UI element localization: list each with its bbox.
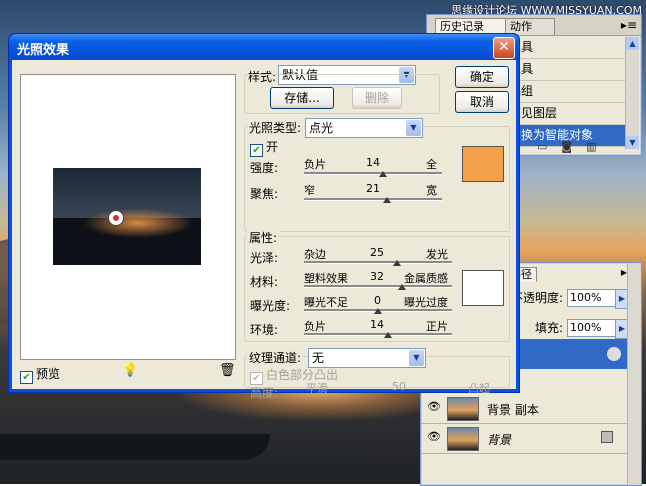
intensity-max-label: 全: [426, 158, 437, 171]
boat-silhouette: [0, 434, 270, 460]
layer-name: 背景: [487, 433, 512, 447]
ambience-min-label: 负片: [304, 320, 326, 333]
ambience-slider-track[interactable]: [304, 333, 452, 336]
material-slider-track[interactable]: [304, 285, 452, 288]
scroll-up-icon[interactable]: ▲: [626, 37, 639, 50]
properties-label: 属性:: [247, 229, 280, 246]
history-scrollbar[interactable]: ▲ ▼: [625, 37, 639, 149]
close-button[interactable]: ✕: [493, 37, 515, 59]
save-button[interactable]: 存储...: [270, 87, 334, 109]
ambience-value: 14: [370, 318, 384, 331]
light-type-label: 光照类型:: [247, 119, 304, 136]
gloss-label: 光泽:: [250, 251, 279, 265]
layers-scrollbar[interactable]: [627, 263, 641, 485]
texture-value: 无: [312, 351, 325, 365]
ambience-label: 环境:: [250, 323, 279, 337]
focus-max-label: 宽: [426, 184, 437, 197]
light-color-swatch[interactable]: [462, 146, 504, 182]
exposure-slider-thumb[interactable]: [374, 308, 382, 314]
gloss-slider-track[interactable]: [304, 261, 452, 264]
ok-button[interactable]: 确定: [455, 66, 509, 88]
material-label: 材料:: [250, 275, 279, 289]
preview-area[interactable]: [20, 74, 236, 360]
height-max-label: 凸起: [468, 382, 490, 395]
material-min-label: 塑料效果: [304, 272, 348, 285]
intensity-min-label: 负片: [304, 158, 326, 171]
material-value: 32: [370, 270, 384, 283]
preview-label: 预览: [36, 367, 61, 381]
height-min-label: 平滑: [306, 382, 328, 395]
property-color-swatch[interactable]: [462, 270, 504, 306]
dialog-titlebar[interactable]: 光照效果 ✕: [9, 34, 519, 60]
layer-thumbnail: [447, 427, 479, 451]
layer-row[interactable]: 👁 背景 副本: [421, 393, 631, 424]
light-type-value: 点光: [309, 121, 334, 135]
light-bulb-icon[interactable]: 💡: [122, 363, 138, 378]
panel-menu-icon[interactable]: ▸≡: [621, 18, 637, 32]
exposure-label: 曝光度:: [250, 299, 291, 313]
dialog-body: ✔ 预览 💡 🗑 样式: 默认值 ▼ 存储... 删除 确定 取消 光照类型: 点…: [12, 60, 516, 400]
dialog-title: 光照效果: [17, 43, 70, 58]
ambience-slider-thumb[interactable]: [384, 332, 393, 338]
material-slider-thumb[interactable]: [397, 284, 406, 290]
chevron-down-icon[interactable]: ▼: [406, 120, 421, 136]
gloss-max-label: 发光: [426, 248, 448, 261]
history-item[interactable]: 工具: [507, 59, 625, 81]
light-source-handle[interactable]: [108, 210, 124, 226]
on-checkbox[interactable]: ✔ 开: [250, 138, 278, 157]
material-max-label: 金属质感: [404, 272, 448, 285]
eye-icon[interactable]: 👁: [427, 431, 441, 443]
eye-icon[interactable]: 👁: [427, 401, 441, 413]
intensity-slider-track[interactable]: [304, 172, 442, 175]
intensity-value: 14: [366, 156, 380, 169]
checkbox-checked-icon[interactable]: ✔: [20, 371, 33, 384]
focus-slider-thumb[interactable]: [383, 197, 392, 203]
exposure-min-label: 曝光不足: [304, 296, 348, 309]
height-value: 50: [392, 380, 406, 393]
lighting-effects-dialog: 光照效果 ✕ ✔预览 💡 🗑 样式: 默认值 ▼ 存储... 删除 确定 取消: [8, 33, 520, 400]
fill-field[interactable]: 100%: [567, 319, 617, 337]
smart-object-icon: [607, 347, 621, 361]
opacity-field[interactable]: 100%: [567, 289, 617, 307]
layer-name: 背景 副本: [487, 403, 539, 417]
layer-row[interactable]: 👁 背景: [421, 423, 631, 454]
light-type-select[interactable]: 点光 ▼: [305, 118, 423, 138]
history-bottom-icons[interactable]: ▭◙▥: [537, 140, 610, 153]
preview-glow: [83, 208, 193, 238]
texture-label: 纹理通道:: [247, 349, 304, 366]
ambience-max-label: 正片: [426, 320, 448, 333]
chevron-down-icon[interactable]: ▼: [409, 350, 424, 366]
history-item[interactable]: 可见图层: [507, 103, 625, 125]
gloss-value: 25: [370, 246, 384, 259]
delete-button[interactable]: 删除: [352, 87, 402, 109]
history-item[interactable]: 工具: [507, 37, 625, 59]
texture-select[interactable]: 无 ▼: [308, 348, 426, 368]
checkbox-checked-icon[interactable]: ✔: [250, 144, 263, 157]
focus-min-label: 窄: [304, 184, 315, 197]
lock-icon: [601, 431, 613, 443]
history-list: 工具 工具 编组 可见图层 转换为智能对象: [507, 37, 625, 147]
history-item[interactable]: 编组: [507, 81, 625, 103]
preview-checkbox[interactable]: ✔ 预览: [20, 365, 60, 384]
exposure-value: 0: [374, 294, 381, 307]
trash-icon[interactable]: 🗑: [219, 363, 236, 378]
intensity-slider-thumb[interactable]: [378, 171, 387, 177]
focus-value: 21: [366, 182, 380, 195]
intensity-label: 强度:: [250, 161, 279, 175]
gloss-min-label: 杂边: [304, 248, 326, 261]
gloss-slider-thumb[interactable]: [392, 260, 401, 266]
fill-label: 填充:: [535, 321, 564, 335]
preview-image: [53, 168, 201, 265]
height-label: 高度:: [250, 386, 279, 400]
focus-slider-track[interactable]: [304, 198, 442, 201]
on-label: 开: [266, 140, 279, 154]
layer-thumbnail: [447, 397, 479, 421]
focus-label: 聚焦:: [250, 187, 279, 201]
scroll-down-icon[interactable]: ▼: [626, 136, 639, 149]
exposure-max-label: 曝光过度: [404, 296, 448, 309]
cancel-button[interactable]: 取消: [455, 91, 509, 113]
